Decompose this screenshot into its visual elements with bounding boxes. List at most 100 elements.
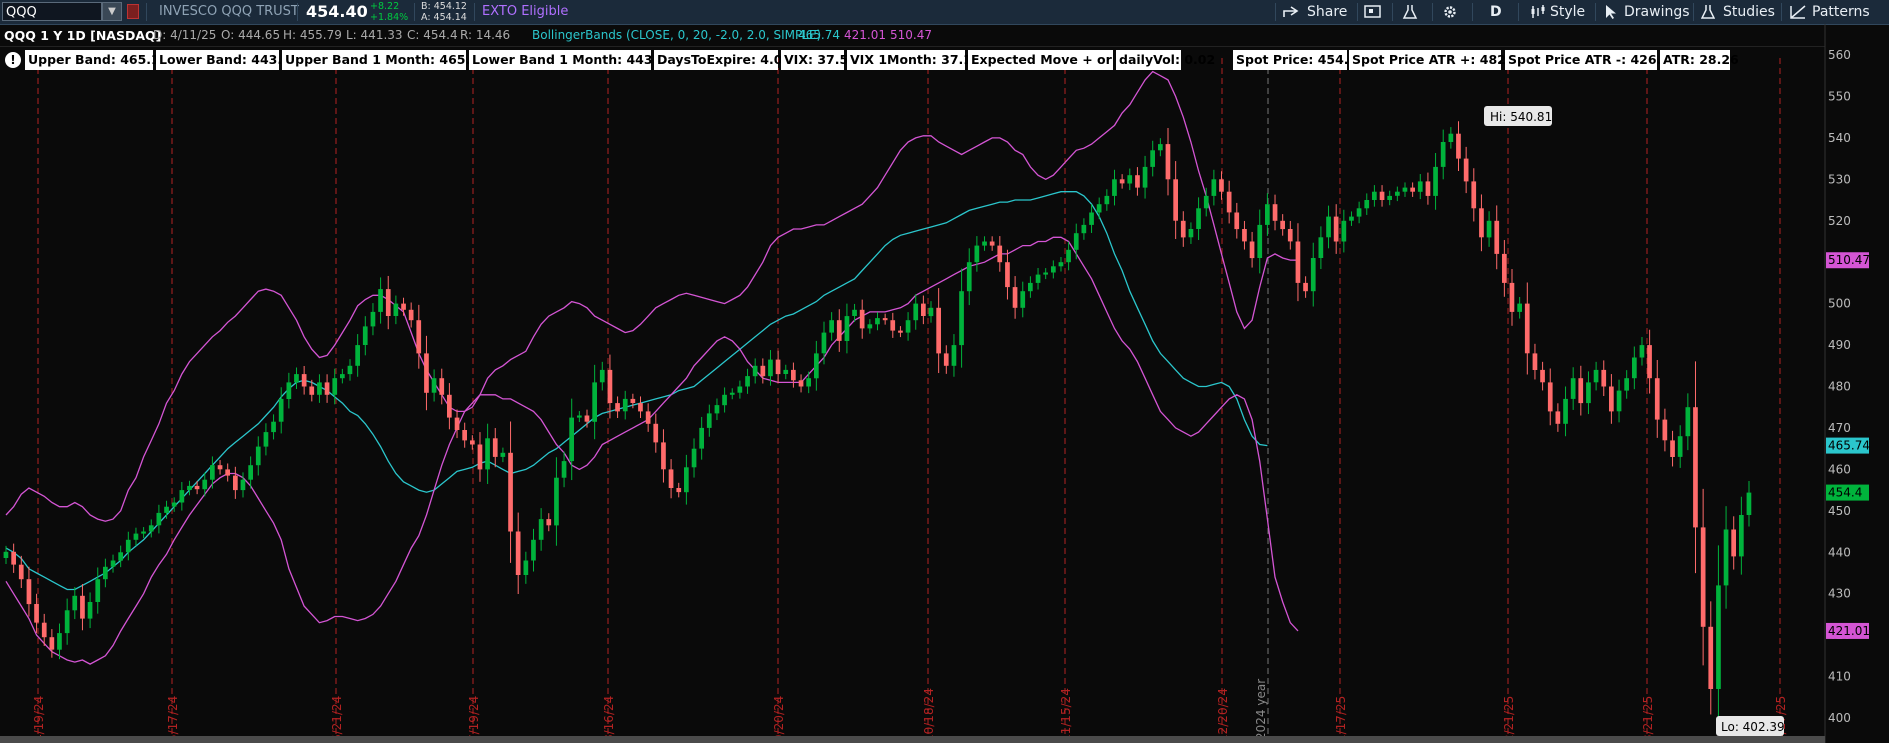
candle (57, 623, 62, 660)
candle (1188, 222, 1194, 244)
candle (1502, 240, 1507, 297)
flag-icon[interactable] (127, 4, 139, 19)
candle (867, 319, 873, 334)
study-label[interactable]: BollingerBands (CLOSE, 0, 20, -2.0, 2.0,… (532, 25, 821, 46)
candle (852, 303, 857, 322)
year-label: 2024 year (1254, 679, 1268, 740)
cursor-icon (1606, 5, 1616, 19)
candle-body (378, 289, 383, 312)
candle-body (989, 241, 995, 246)
candle-body (1119, 179, 1125, 184)
candle-body (125, 539, 131, 553)
y-tick-label: 460 (1828, 462, 1851, 476)
flask-button[interactable] (1402, 0, 1418, 24)
divider (1392, 3, 1393, 21)
candle (125, 531, 131, 561)
chart-settings-button[interactable] (1364, 0, 1382, 24)
candle (1142, 155, 1148, 199)
candle (1417, 174, 1423, 200)
candle (1448, 127, 1454, 149)
candle (80, 584, 85, 631)
candle-body (1257, 224, 1263, 258)
candle-body (882, 318, 888, 321)
candle-body (1700, 527, 1706, 627)
candle-body (294, 374, 299, 383)
candle (928, 301, 934, 323)
candle (676, 482, 682, 498)
candle (844, 303, 850, 354)
candle (806, 371, 811, 394)
candle-body (1333, 216, 1339, 242)
candle (1708, 601, 1714, 715)
candle (546, 513, 552, 532)
candle (752, 358, 758, 384)
candle-body (1716, 585, 1721, 689)
candle-body (1494, 220, 1500, 254)
candle-body (1387, 195, 1392, 200)
candle-body (355, 345, 360, 366)
candle-body (1234, 212, 1240, 230)
candle (294, 367, 299, 389)
candle (1402, 182, 1408, 197)
candle (1012, 276, 1018, 319)
divider (1781, 3, 1782, 21)
low-readout: L: 441.33 (346, 28, 403, 42)
candle (1073, 223, 1079, 260)
candle (1226, 180, 1232, 224)
candle-body (951, 345, 957, 366)
candle (447, 383, 452, 430)
y-tick-label: 530 (1828, 172, 1851, 186)
candles (3, 121, 1752, 729)
candle (1112, 169, 1117, 206)
candle (133, 527, 139, 546)
candle (729, 388, 735, 400)
candle-body (263, 432, 269, 447)
candle (607, 354, 613, 419)
candle (622, 390, 628, 420)
candle-body (1586, 382, 1591, 404)
alert-icon[interactable]: ! (5, 52, 21, 68)
candle (1257, 209, 1263, 274)
candle-body (1433, 166, 1438, 196)
candle-body (714, 405, 720, 414)
candle (424, 335, 429, 411)
candle-body (217, 465, 223, 470)
lower-band-readout: 421.01 (844, 28, 886, 42)
symbol-input[interactable]: QQQ (2, 2, 102, 21)
candle (263, 423, 269, 456)
candle (921, 295, 926, 325)
candle (1547, 368, 1553, 426)
candle (638, 396, 643, 418)
candle (454, 409, 460, 439)
candle (202, 472, 208, 497)
price-chart[interactable]: 400 410 420 430 440 450 460 470 480 490 500 510 520 5… (0, 0, 1889, 743)
candle-body (974, 245, 980, 263)
candle-body (1624, 378, 1629, 391)
candle-body (1563, 398, 1568, 424)
candle-body (477, 444, 483, 470)
candle (271, 414, 276, 440)
candle (233, 466, 238, 499)
candle-body (454, 417, 460, 430)
stat-box: Lower Band 1 Month: 443.77 (469, 50, 675, 70)
horizontal-scrollbar[interactable] (0, 736, 1825, 743)
settings-button[interactable] (1442, 0, 1458, 24)
candle (1746, 481, 1752, 527)
x-tick-label: 12/20/24 (1216, 688, 1230, 742)
candle (645, 403, 651, 432)
chevron-down-icon[interactable]: ▼ (102, 2, 122, 21)
candle-body (898, 330, 903, 333)
candle (1020, 281, 1026, 318)
candle (913, 294, 919, 330)
price-tag: 465.74 (1826, 437, 1870, 454)
candle-body (1448, 133, 1454, 142)
candle-body (1341, 220, 1347, 242)
candle-body (1471, 181, 1477, 209)
aggregation-period-button[interactable]: D (1490, 0, 1502, 24)
candle (492, 428, 498, 468)
candle (1211, 169, 1217, 206)
candle (286, 372, 292, 409)
candle-body (1165, 144, 1171, 180)
candle-body (676, 488, 682, 493)
candle (515, 512, 521, 594)
